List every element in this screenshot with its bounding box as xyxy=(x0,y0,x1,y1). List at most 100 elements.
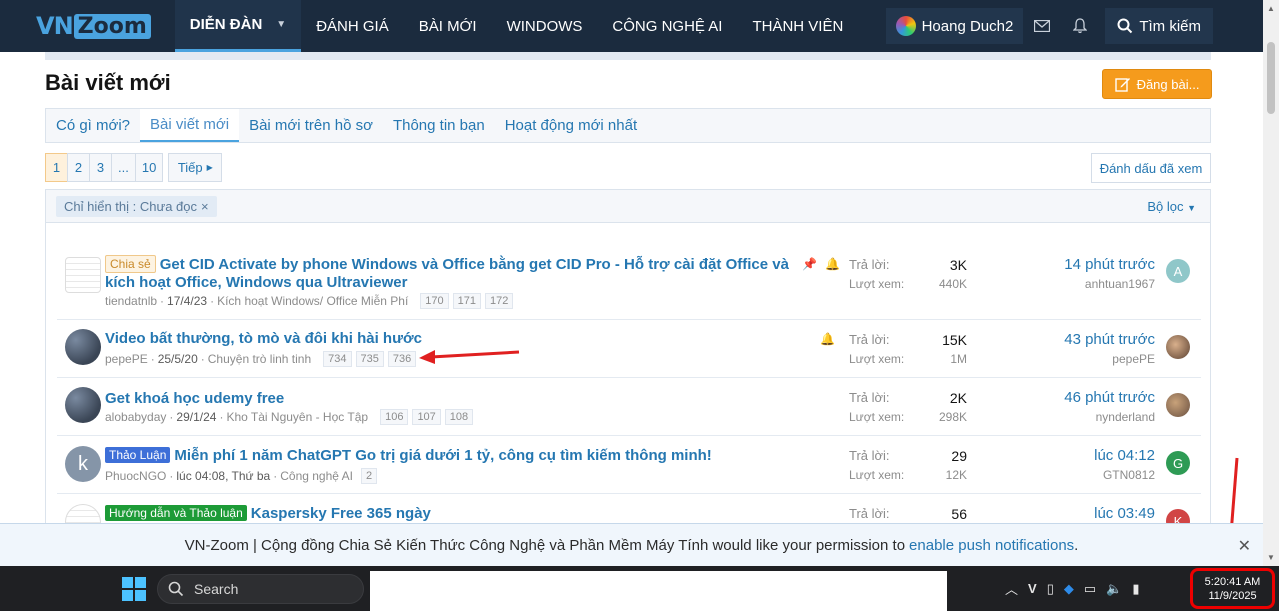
nav-item-reviews[interactable]: ĐÁNH GIÁ xyxy=(301,0,404,52)
windows-start-icon[interactable] xyxy=(122,576,146,601)
thread-title[interactable]: Video bất thường, tò mò và đôi khi hài h… xyxy=(105,330,422,348)
last-post-user[interactable]: GTN0812 xyxy=(1103,468,1155,482)
thread-forum[interactable]: Công nghệ AI xyxy=(280,469,353,483)
avatar[interactable]: K xyxy=(1166,509,1190,523)
mini-page-link[interactable]: 170 xyxy=(420,293,449,309)
last-post-time[interactable]: 46 phút trước xyxy=(1064,389,1155,406)
last-post-time[interactable]: lúc 04:12 xyxy=(1094,447,1155,464)
thread-forum[interactable]: Kho Tài Nguyên - Học Tập xyxy=(226,410,368,424)
mini-page-link[interactable]: 736 xyxy=(387,351,417,367)
page-link[interactable]: 10 xyxy=(134,153,164,182)
thread-title[interactable]: Kaspersky Free 365 ngày xyxy=(251,505,431,522)
thread-thumbnail[interactable] xyxy=(65,504,101,523)
filter-toggle[interactable]: Bộ lọc ▼ xyxy=(1147,199,1196,214)
mini-page-link[interactable]: 172 xyxy=(485,293,514,309)
enable-push-link[interactable]: enable push notifications xyxy=(909,537,1074,554)
mini-page-link[interactable]: 171 xyxy=(452,293,482,309)
mini-page-link[interactable]: 108 xyxy=(444,409,474,425)
inbox-icon[interactable] xyxy=(1023,8,1061,44)
last-post-user[interactable]: nynderland xyxy=(1096,410,1155,424)
filter-toggle-label: Bộ lọc xyxy=(1147,199,1184,214)
mini-page-link[interactable]: 107 xyxy=(412,409,441,425)
mini-page-link[interactable]: 735 xyxy=(355,351,384,367)
page-scrollbar[interactable]: ▲ ▼ xyxy=(1263,0,1279,566)
bell-icon[interactable] xyxy=(1061,8,1099,44)
mini-page-link[interactable]: 734 xyxy=(323,351,352,367)
user-menu[interactable]: Hoang Duch2 xyxy=(885,8,1024,44)
scroll-up-icon[interactable]: ▲ xyxy=(1267,4,1275,13)
scroll-thumb[interactable] xyxy=(1267,42,1275,114)
last-post-time[interactable]: 14 phút trước xyxy=(1064,256,1155,273)
thread-thumbnail[interactable] xyxy=(65,257,101,293)
thread-meta: PhuocNGO · lúc 04:08, Thứ ba · Công nghệ A… xyxy=(105,468,378,484)
thread-title[interactable]: Get khoá học udemy free xyxy=(105,390,284,408)
nav-item-members[interactable]: THÀNH VIÊN xyxy=(737,0,858,52)
thread-author[interactable]: tiendatnlb xyxy=(105,294,157,308)
nav-item-windows[interactable]: WINDOWS xyxy=(492,0,598,52)
thread-date[interactable]: 17/4/23 xyxy=(167,294,207,308)
thread-title[interactable]: Get CID Activate by phone Windows và Off… xyxy=(105,256,789,291)
thread-author[interactable]: pepePE xyxy=(105,352,148,366)
thread-author[interactable]: alobabyday xyxy=(105,410,166,424)
battery-icon[interactable]: ▮ xyxy=(1132,581,1139,597)
bell-icon: 🔔 xyxy=(824,257,840,271)
chevron-up-icon[interactable]: ︿ xyxy=(1005,579,1018,598)
close-icon[interactable]: ✕ xyxy=(1238,536,1251,556)
prefix-label[interactable]: Thảo Luận xyxy=(105,447,171,463)
thread-title[interactable]: Miễn phí 1 năm ChatGPT Go trị giá dưới 1… xyxy=(174,447,711,464)
thread-forum[interactable]: Kích hoạt Windows/ Office Miễn Phí xyxy=(217,294,408,308)
page-link[interactable]: 2 xyxy=(67,153,90,182)
next-page-button[interactable]: Tiếp ▶ xyxy=(168,153,223,182)
nav-item-forum[interactable]: DIỄN ĐÀN ▼ xyxy=(174,0,302,52)
scroll-down-icon[interactable]: ▼ xyxy=(1267,553,1275,562)
nav-item-ai[interactable]: CÔNG NGHỆ AI xyxy=(597,0,737,52)
thread-date[interactable]: lúc 04:08, Thứ ba xyxy=(176,469,270,483)
volume-icon[interactable]: 🔈 xyxy=(1106,581,1122,597)
nav-item-new-posts[interactable]: BÀI MỚI xyxy=(404,0,492,52)
views-count: 298K xyxy=(938,410,967,424)
site-logo[interactable]: VN Zoom xyxy=(36,11,151,41)
last-post-time[interactable]: lúc 03:49 xyxy=(1094,505,1155,522)
avatar[interactable]: A xyxy=(1166,259,1190,283)
display-icon[interactable]: ▭ xyxy=(1084,581,1096,597)
filter-chip[interactable]: Chỉ hiển thị : Chưa đọc × xyxy=(56,196,217,217)
chevron-down-icon[interactable]: ▼ xyxy=(276,19,286,30)
mark-read-button[interactable]: Đánh dấu đã xem xyxy=(1091,153,1211,183)
avatar[interactable] xyxy=(1166,335,1190,359)
page-link[interactable]: 3 xyxy=(89,153,112,182)
replies-count: 29 xyxy=(951,448,967,464)
tab-your-news[interactable]: Thông tin bạn xyxy=(383,109,495,142)
taskbar-search[interactable]: Search xyxy=(157,573,364,604)
usb-icon[interactable]: ▯ xyxy=(1047,581,1054,597)
search-button[interactable]: Tìm kiếm xyxy=(1105,8,1213,44)
page-jump[interactable]: ... xyxy=(111,153,136,182)
thread-thumbnail[interactable]: k xyxy=(65,446,101,482)
tab-whats-new[interactable]: Có gì mới? xyxy=(46,109,140,142)
prefix-label[interactable]: Chia sẻ xyxy=(105,255,156,273)
tab-profile-posts[interactable]: Bài mới trên hồ sơ xyxy=(239,109,383,142)
tab-latest-activity[interactable]: Hoạt động mới nhất xyxy=(495,109,647,142)
thread-author[interactable]: PhuocNGO xyxy=(105,469,166,483)
mini-page-link[interactable]: 106 xyxy=(380,409,409,425)
last-post-user[interactable]: anhtuan1967 xyxy=(1085,277,1155,291)
vpn-icon[interactable]: V xyxy=(1028,581,1037,596)
prefix-label[interactable]: Hướng dẫn và Thảo luận xyxy=(105,505,247,521)
page-link[interactable]: 1 xyxy=(45,153,68,182)
mini-page-link[interactable]: 2 xyxy=(360,468,378,484)
last-post-user[interactable]: pepePE xyxy=(1112,352,1155,366)
avatar[interactable]: G xyxy=(1166,451,1190,475)
thread-thumbnail[interactable] xyxy=(65,387,101,423)
thread-meta: pepePE · 25/5/20 · Chuyện trò linh tinh 73… xyxy=(105,351,417,367)
thread-forum[interactable]: Chuyện trò linh tinh xyxy=(208,352,311,366)
thread-date[interactable]: 29/1/24 xyxy=(176,410,216,424)
last-post-time[interactable]: 43 phút trước xyxy=(1064,331,1155,348)
close-icon[interactable]: × xyxy=(201,199,209,214)
system-clock[interactable]: 5:20:41 AM 11/9/2025 xyxy=(1190,568,1275,609)
avatar[interactable] xyxy=(1166,393,1190,417)
views-label: Lượt xem: xyxy=(849,277,905,291)
tab-new-posts[interactable]: Bài viết mới xyxy=(140,109,240,142)
thread-thumbnail[interactable] xyxy=(65,329,101,365)
post-thread-button[interactable]: Đăng bài... xyxy=(1102,69,1212,99)
shield-icon[interactable]: ◆ xyxy=(1064,581,1074,597)
thread-date[interactable]: 25/5/20 xyxy=(158,352,198,366)
